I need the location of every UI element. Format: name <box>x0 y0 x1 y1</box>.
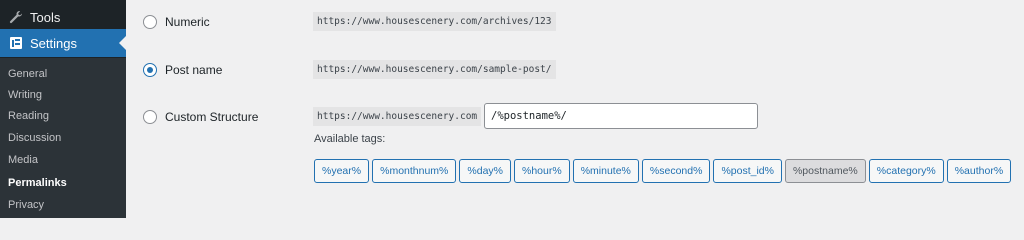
submenu-item-permalinks[interactable]: Permalinks <box>8 177 67 189</box>
label-custom-structure: Custom Structure <box>165 110 259 124</box>
radio-numeric[interactable] <box>143 15 157 29</box>
settings-submenu: General Writing Reading Discussion Media… <box>0 58 126 218</box>
label-post-name: Post name <box>165 63 223 77</box>
option-numeric[interactable]: Numeric <box>143 15 210 29</box>
option-custom-structure[interactable]: Custom Structure <box>143 110 258 124</box>
tag-button-category[interactable]: %category% <box>868 159 944 183</box>
radio-post-name[interactable] <box>143 63 157 77</box>
submenu-item-media[interactable]: Media <box>8 154 38 166</box>
custom-structure-input[interactable]: /%postname%/ <box>484 103 758 129</box>
tag-button-minute[interactable]: %minute% <box>572 159 639 183</box>
label-numeric: Numeric <box>165 15 210 29</box>
tag-button-year[interactable]: %year% <box>314 159 370 183</box>
tag-button-postname[interactable]: %postname% <box>784 159 866 183</box>
tag-button-author[interactable]: %author% <box>946 159 1012 183</box>
settings-icon <box>8 35 24 51</box>
wrench-icon <box>8 9 24 25</box>
available-tags-label: Available tags: <box>314 133 386 145</box>
menu-label-settings: Settings <box>30 35 77 51</box>
option-post-name[interactable]: Post name <box>143 63 222 77</box>
menu-label-tools: Tools <box>30 9 61 25</box>
radio-selected-dot <box>147 67 153 73</box>
submenu-item-general[interactable]: General <box>8 68 47 80</box>
submenu-item-reading[interactable]: Reading <box>8 110 49 122</box>
admin-sidebar: Tools Settings General Writing Reading D… <box>0 0 126 218</box>
custom-base-url: https://www.housescenery.com <box>313 107 482 126</box>
tag-button-hour[interactable]: %hour% <box>514 159 570 183</box>
example-url-numeric: https://www.housescenery.com/archives/12… <box>313 12 556 31</box>
submenu-item-writing[interactable]: Writing <box>8 89 42 101</box>
available-tags-list: %year% %monthnum% %day% %hour% %minute% … <box>314 159 1012 183</box>
radio-custom-structure[interactable] <box>143 110 157 124</box>
menu-item-tools[interactable]: Tools <box>0 2 126 32</box>
menu-item-settings[interactable]: Settings <box>0 29 126 57</box>
permalink-settings-main: Numeric https://www.housescenery.com/arc… <box>126 0 1024 213</box>
tag-button-monthnum[interactable]: %monthnum% <box>372 159 457 183</box>
tag-button-day[interactable]: %day% <box>459 159 511 183</box>
tag-button-second[interactable]: %second% <box>641 159 711 183</box>
submenu-item-privacy[interactable]: Privacy <box>8 199 44 211</box>
tag-button-post-id[interactable]: %post_id% <box>713 159 782 183</box>
submenu-item-discussion[interactable]: Discussion <box>8 132 61 144</box>
current-menu-arrow <box>119 36 126 50</box>
example-url-post-name: https://www.housescenery.com/sample-post… <box>313 60 556 79</box>
